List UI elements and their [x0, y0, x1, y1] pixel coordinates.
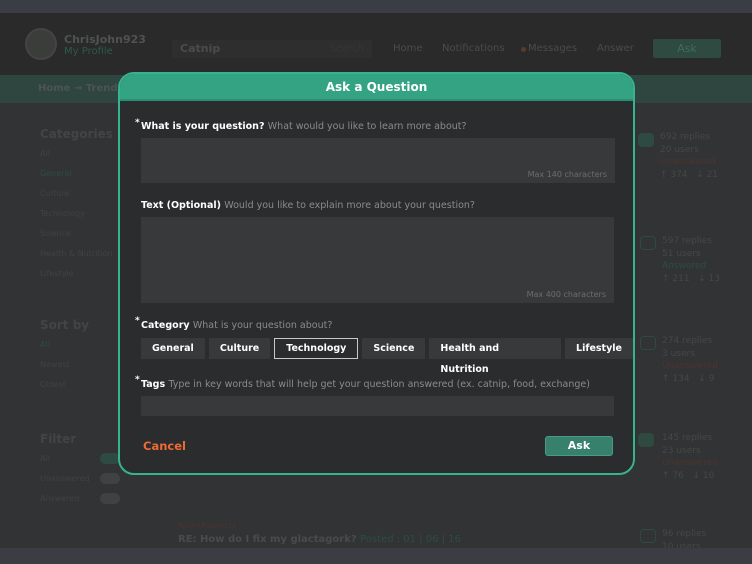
filter-answered: Answered: [40, 494, 80, 503]
post-author[interactable]: RobertRafael312: [178, 522, 237, 530]
cat-icon: [638, 433, 654, 447]
text-label: Text (Optional) Would you like to explai…: [141, 200, 475, 211]
tags-input[interactable]: [141, 396, 614, 416]
message-dot-icon: [521, 47, 526, 52]
filter-all-toggle[interactable]: [100, 453, 120, 464]
sort-oldest[interactable]: Oldest: [40, 380, 89, 389]
top-strip: [0, 0, 752, 13]
required-mark: *: [135, 375, 140, 385]
filter-all: All: [40, 454, 50, 463]
modal-title: Ask a Question: [120, 74, 633, 101]
nav-notifications[interactable]: Notifications: [442, 43, 505, 54]
cat-icon: [640, 236, 656, 250]
filter-unanswered-toggle[interactable]: [100, 473, 120, 484]
my-profile-link[interactable]: My Profile: [64, 46, 113, 57]
nav-answer[interactable]: Answer: [597, 43, 634, 54]
sort-title: Sort by: [40, 318, 90, 332]
chip-culture[interactable]: Culture: [208, 338, 271, 359]
category-technology[interactable]: Technology: [40, 209, 113, 218]
sort-newest[interactable]: Newest: [40, 360, 89, 369]
tags-label: Tags Type in key words that will help ge…: [141, 379, 590, 390]
category-general[interactable]: General: [40, 169, 113, 178]
sidebar-categories: Categories All General Culture Technolog…: [40, 127, 113, 289]
categories-title: Categories: [40, 127, 113, 141]
post-stats: 274 replies 3 users Unanswered ↑ 134 ↓ 9: [662, 336, 718, 384]
avatar[interactable]: [25, 28, 57, 60]
category-culture[interactable]: Culture: [40, 189, 113, 198]
sidebar-sort: Sort by All Newest Oldest: [40, 318, 89, 400]
cancel-button[interactable]: Cancel: [143, 439, 186, 453]
filter-title: Filter: [40, 432, 77, 446]
search-value: Catnip: [180, 42, 221, 55]
text-max: Max 400 characters: [526, 290, 606, 299]
filter-unanswered: Unanswered: [40, 474, 90, 483]
post-stats: 692 replies 20 users Unanswered ↑ 374 ↓ 21: [660, 132, 719, 180]
required-mark: *: [135, 118, 140, 128]
ask-question-modal: Ask a Question * What is your question? …: [118, 72, 635, 475]
question-max: Max 140 characters: [527, 170, 607, 179]
category-science[interactable]: Science: [40, 229, 113, 238]
nav-home[interactable]: Home: [393, 43, 423, 54]
cat-icon: [638, 133, 654, 147]
category-chips: General Culture Technology Science Healt…: [141, 338, 633, 375]
cat-icon: [640, 529, 656, 543]
search-input[interactable]: Catnip Search: [172, 40, 372, 58]
bottom-bar: [0, 548, 752, 564]
question-input[interactable]: Max 140 characters: [141, 138, 615, 183]
chip-science[interactable]: Science: [362, 338, 426, 359]
cat-icon: [640, 336, 656, 350]
text-input[interactable]: Max 400 characters: [141, 217, 614, 303]
sort-all[interactable]: All: [40, 340, 89, 349]
category-label: Category What is your question about?: [141, 320, 333, 331]
chip-lifestyle[interactable]: Lifestyle: [565, 338, 633, 359]
post-stats: 597 replies 51 users Answered ↑ 211 ↓ 13: [662, 236, 721, 284]
header-ask-button[interactable]: Ask: [653, 39, 721, 58]
chip-general[interactable]: General: [141, 338, 205, 359]
chip-technology[interactable]: Technology: [274, 338, 359, 359]
ask-button[interactable]: Ask: [545, 436, 613, 456]
username: ChrisJohn923: [64, 33, 146, 46]
sidebar-filter: Filter All Unanswered Answered: [40, 432, 90, 514]
post-stats: 145 replies 23 users Unanswered ↑ 76 ↓ 10: [662, 433, 718, 481]
category-all[interactable]: All: [40, 149, 113, 158]
filter-answered-toggle[interactable]: [100, 493, 120, 504]
search-button[interactable]: Search: [330, 43, 364, 54]
nav-messages[interactable]: Messages: [528, 43, 577, 54]
category-lifestyle[interactable]: Lifestyle: [40, 269, 113, 278]
required-mark: *: [135, 316, 140, 326]
category-health[interactable]: Health & Nutrition: [40, 249, 113, 258]
question-label: What is your question? What would you li…: [141, 121, 467, 132]
post-title[interactable]: RE: How do I fix my glactagork? Posted :…: [178, 534, 461, 545]
chip-health-nutrition[interactable]: Health and Nutrition: [429, 338, 562, 375]
